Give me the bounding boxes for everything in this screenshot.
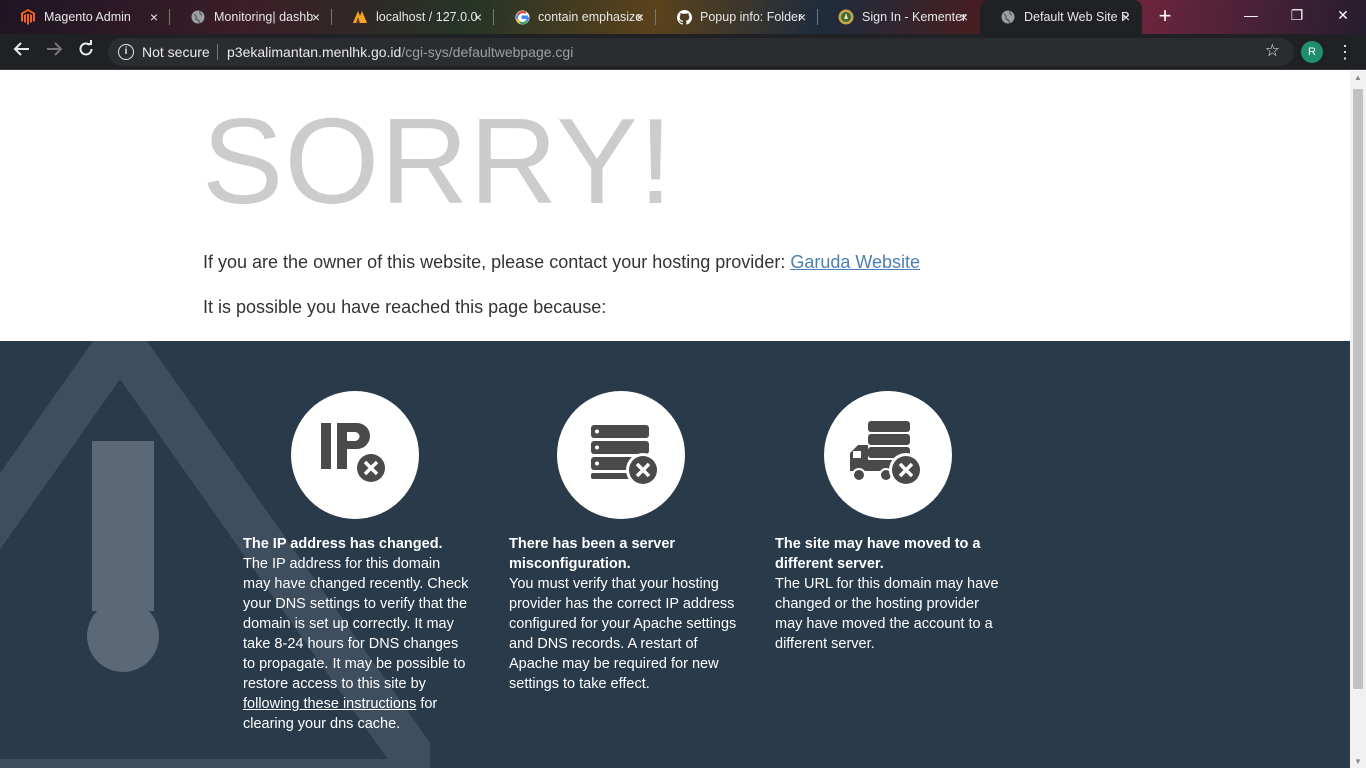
close-tab-icon[interactable]: × [1118,9,1134,25]
reasons-section: The IP address has changed. The IP addre… [0,341,1350,768]
globe-icon [190,9,206,25]
close-tab-icon[interactable]: × [956,9,972,25]
reason-title: There has been a server misconfiguration… [509,536,676,572]
forward-arrow-icon [47,42,63,56]
minimize-button[interactable]: — [1228,0,1274,30]
restore-button[interactable]: ❐ [1274,0,1320,30]
close-tab-icon[interactable]: × [470,9,486,25]
tab-google-search[interactable]: contain emphasize × [494,0,656,34]
omnibox-separator [217,44,218,60]
close-tab-icon[interactable]: × [794,9,810,25]
page-content: SORRY! If you are the owner of this webs… [0,71,1350,768]
server-error-icon [557,391,685,519]
ministry-logo-icon [838,9,854,25]
reason-text: The IP address for this domain may have … [243,556,469,692]
scroll-down-icon[interactable]: ▼ [1354,757,1362,766]
page-heading: SORRY! [202,93,674,229]
reason-site-moved: The site may have moved to a different s… [775,534,1003,654]
reason-text: The URL for this domain may have changed… [775,576,999,652]
ip-error-icon [291,391,419,519]
reason-server-misconfiguration: There has been a server misconfiguration… [509,534,737,694]
reload-icon [79,40,93,56]
globe-icon [1000,9,1016,25]
back-arrow-icon [13,42,29,56]
vertical-scrollbar[interactable]: ▲ ▼ [1350,71,1366,768]
bookmark-star-icon[interactable]: ☆ [1265,41,1280,61]
phpmyadmin-icon [352,9,368,25]
tab-monitoring[interactable]: Monitoring| dashb × [170,0,332,34]
url-host: p3ekalimantan.menlhk.go.id [227,44,402,60]
provider-link[interactable]: Garuda Website [790,252,920,272]
scroll-up-icon[interactable]: ▲ [1354,73,1362,82]
magento-icon [20,9,36,25]
tab-sign-in[interactable]: Sign In - Kementer × [818,0,980,34]
browser-toolbar: i Not secure p3ekalimantan.menlhk.go.id/… [0,34,1366,70]
info-icon[interactable]: i [118,44,134,60]
security-status[interactable]: Not secure [142,44,210,60]
github-icon [676,9,692,25]
dns-instructions-link[interactable]: following these instructions [243,696,416,712]
owner-text: If you are the owner of this website, pl… [203,252,791,272]
tab-title: Magento Admin [44,10,131,24]
profile-avatar[interactable]: R [1301,41,1323,63]
url-path: /cgi-sys/defaultwebpage.cgi [401,44,574,60]
close-window-button[interactable]: ✕ [1320,0,1366,30]
forward-button[interactable] [42,40,66,64]
new-tab-button[interactable]: + [1153,5,1177,29]
close-tab-icon[interactable]: × [632,9,648,25]
address-bar[interactable]: i Not secure p3ekalimantan.menlhk.go.id/… [108,38,1294,66]
google-icon [514,9,530,25]
tab-github-popup-info[interactable]: Popup info: Folder × [656,0,818,34]
browser-menu-icon[interactable]: ⋮ [1336,40,1354,64]
reason-intro: It is possible you have reached this pag… [203,297,607,317]
server-moved-icon [824,391,952,519]
close-tab-icon[interactable]: × [308,9,324,25]
tab-magento-admin[interactable]: Magento Admin × [0,0,170,34]
scrollbar-thumb[interactable] [1353,89,1363,689]
reload-button[interactable] [74,40,98,64]
tab-strip: Magento Admin × Monitoring| dashb × loca… [0,0,1366,34]
url-text[interactable]: p3ekalimantan.menlhk.go.id/cgi-sys/defau… [227,44,573,60]
reason-title: The IP address has changed. [243,536,443,552]
reason-text: You must verify that your hosting provid… [509,576,737,692]
close-tab-icon[interactable]: × [146,9,162,25]
tab-phpmyadmin[interactable]: localhost / 127.0.0 × [332,0,494,34]
back-button[interactable] [10,40,34,64]
reason-title: The site may have moved to a different s… [775,536,981,572]
owner-message: If you are the owner of this website, pl… [203,252,920,273]
reason-ip-changed: The IP address has changed. The IP addre… [243,534,471,734]
tab-default-web-site[interactable]: Default Web Site P × [980,0,1142,34]
